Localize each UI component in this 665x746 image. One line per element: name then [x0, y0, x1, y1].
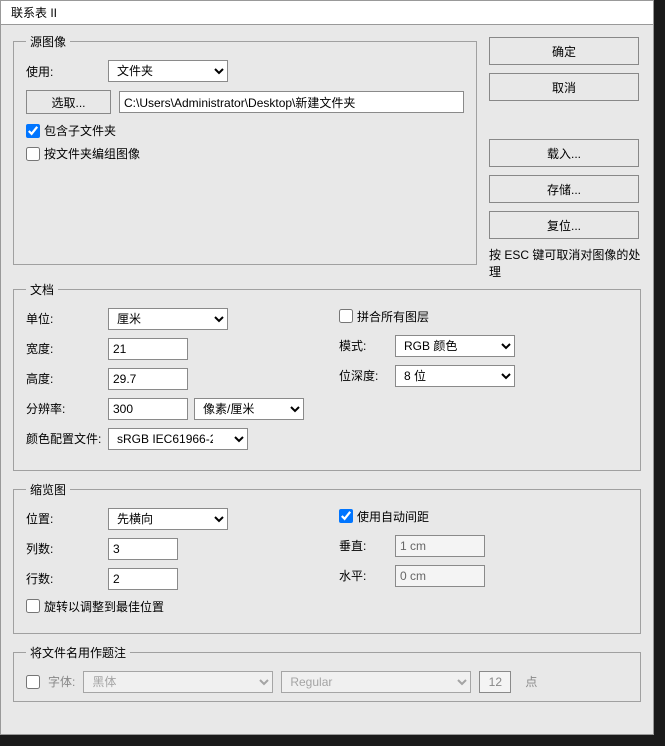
caption-group: 将文件名用作题注 字体: 黑体 Regular 点 [13, 644, 641, 702]
resolution-input[interactable] [108, 398, 188, 420]
horizontal-label: 水平: [339, 567, 395, 584]
mode-label: 模式: [339, 337, 395, 354]
use-select[interactable]: 文件夹 [108, 60, 228, 82]
width-input[interactable] [108, 338, 188, 360]
thumbnail-legend: 缩览图 [26, 481, 70, 498]
group-by-folder-checkbox[interactable] [26, 147, 40, 161]
caption-legend: 将文件名用作题注 [26, 644, 130, 661]
source-legend: 源图像 [26, 33, 70, 50]
width-label: 宽度: [26, 340, 108, 357]
font-size-unit: 点 [525, 673, 537, 690]
esc-note: 按 ESC 键可取消对图像的处理 [489, 247, 641, 281]
placement-select[interactable]: 先横向 [108, 508, 228, 530]
height-label: 高度: [26, 370, 108, 387]
cancel-button[interactable]: 取消 [489, 73, 639, 101]
save-button[interactable]: 存储... [489, 175, 639, 203]
caption-checkbox[interactable] [26, 675, 40, 689]
include-subfolders-checkbox[interactable] [26, 124, 40, 138]
document-group: 文档 单位: 厘米 宽度: 高度: 分辨率 [13, 281, 641, 471]
unit-label: 单位: [26, 310, 108, 327]
reset-button[interactable]: 复位... [489, 211, 639, 239]
placement-label: 位置: [26, 510, 108, 527]
document-legend: 文档 [26, 281, 58, 298]
rows-input[interactable] [108, 568, 178, 590]
rotate-label: 旋转以调整到最佳位置 [44, 598, 164, 615]
auto-spacing-label: 使用自动间距 [357, 508, 429, 525]
font-label: 字体: [48, 673, 75, 690]
use-label: 使用: [26, 63, 108, 80]
depth-label: 位深度: [339, 367, 395, 384]
resolution-unit-select[interactable]: 像素/厘米 [194, 398, 304, 420]
dialog-window: 联系表 II 源图像 使用: 文件夹 选取... [0, 0, 654, 735]
include-subfolders-label: 包含子文件夹 [44, 122, 116, 139]
font-style-select: Regular [281, 671, 471, 693]
profile-label: 颜色配置文件: [26, 430, 108, 447]
dialog-body: 源图像 使用: 文件夹 选取... 包含子文件夹 [1, 25, 653, 734]
browse-button[interactable]: 选取... [26, 90, 111, 114]
font-select: 黑体 [83, 671, 273, 693]
profile-select[interactable]: sRGB IEC61966-2.1 [108, 428, 248, 450]
mode-select[interactable]: RGB 颜色 [395, 335, 515, 357]
flatten-label: 拼合所有图层 [357, 308, 429, 325]
group-by-folder-label: 按文件夹编组图像 [44, 145, 140, 162]
vertical-label: 垂直: [339, 537, 395, 554]
source-group: 源图像 使用: 文件夹 选取... 包含子文件夹 [13, 33, 477, 265]
load-button[interactable]: 载入... [489, 139, 639, 167]
unit-select[interactable]: 厘米 [108, 308, 228, 330]
height-input[interactable] [108, 368, 188, 390]
depth-select[interactable]: 8 位 [395, 365, 515, 387]
font-size-input [479, 671, 511, 693]
cols-input[interactable] [108, 538, 178, 560]
resolution-label: 分辨率: [26, 400, 108, 417]
ok-button[interactable]: 确定 [489, 37, 639, 65]
path-input[interactable] [119, 91, 464, 113]
horizontal-input [395, 565, 485, 587]
auto-spacing-checkbox[interactable] [339, 509, 353, 523]
rows-label: 行数: [26, 570, 108, 587]
titlebar: 联系表 II [1, 1, 653, 25]
cols-label: 列数: [26, 540, 108, 557]
vertical-input [395, 535, 485, 557]
dialog-title: 联系表 II [11, 4, 57, 21]
thumbnail-group: 缩览图 位置: 先横向 列数: 行数: [13, 481, 641, 634]
rotate-checkbox[interactable] [26, 599, 40, 613]
flatten-checkbox[interactable] [339, 309, 353, 323]
